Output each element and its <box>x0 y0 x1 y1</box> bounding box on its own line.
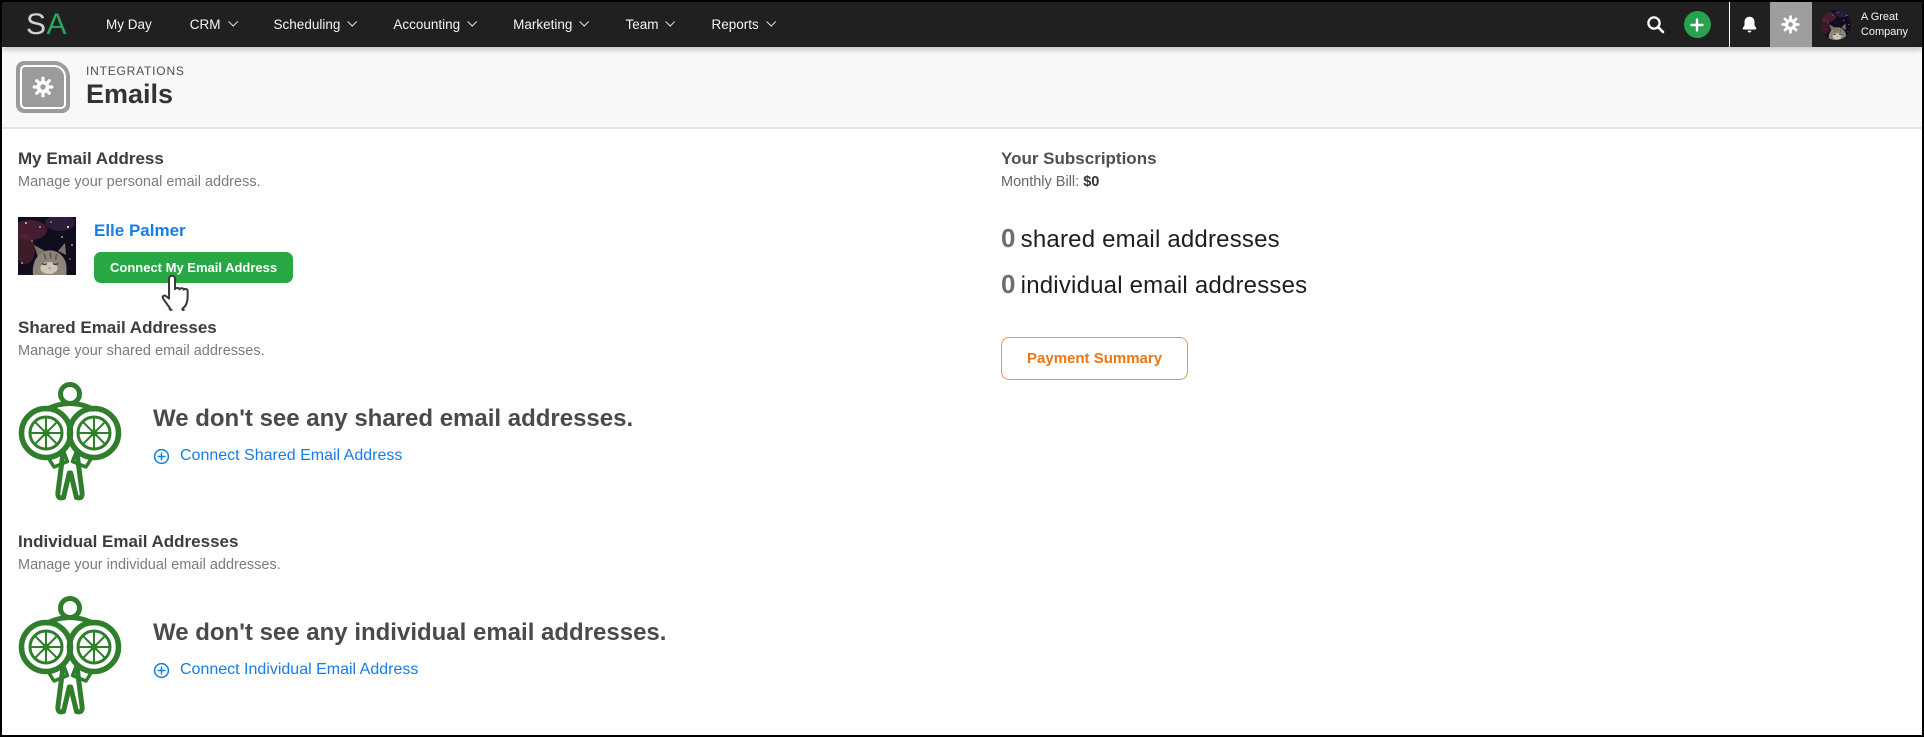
nav-item-reports[interactable]: Reports <box>692 2 792 47</box>
page-title: Emails <box>86 79 174 109</box>
connect-individual-email-label: Connect Individual Email Address <box>180 661 419 678</box>
nav-item-scheduling[interactable]: Scheduling <box>255 2 375 47</box>
connect-shared-email-link[interactable]: Connect Shared Email Address <box>153 447 633 465</box>
nav-menu: My Day CRM Scheduling Accounting Marketi… <box>87 2 793 47</box>
monthly-bill: Monthly Bill: $0 <box>1001 174 1922 190</box>
logo-letter-s: S <box>26 8 47 41</box>
plus-circle-icon <box>153 448 170 465</box>
shared-count-row: 0 shared email addresses <box>1001 223 1922 254</box>
nav-item-label: CRM <box>189 17 221 32</box>
user-avatar <box>18 217 76 275</box>
nav-item-label: Scheduling <box>273 17 341 32</box>
individual-email-subheading: Manage your individual email addresses. <box>18 557 281 573</box>
nav-item-team[interactable]: Team <box>606 2 692 47</box>
quick-add-button[interactable] <box>1683 11 1711 38</box>
nav-item-label: My Day <box>106 17 152 32</box>
connect-individual-email-link[interactable]: Connect Individual Email Address <box>153 661 666 679</box>
plus-icon <box>1690 17 1705 32</box>
shared-email-heading: Shared Email Addresses <box>18 318 217 337</box>
shared-count-label: shared email addresses <box>1020 226 1280 253</box>
main-content: My Email Address Manage your personal em… <box>2 129 1922 720</box>
binoculars-mascot-icon <box>18 380 122 506</box>
my-email-heading: My Email Address <box>18 149 164 168</box>
top-nav: SA My Day CRM Scheduling Accounting Mark… <box>2 2 1922 47</box>
chevron-down-icon <box>665 16 676 27</box>
nav-right-controls: A Great Company <box>1636 2 1922 47</box>
my-email-subheading: Manage your personal email address. <box>18 174 261 190</box>
individual-count-row: 0 individual email addresses <box>1001 269 1922 300</box>
connect-shared-email-label: Connect Shared Email Address <box>180 447 403 464</box>
email-sections: My Email Address Manage your personal em… <box>2 129 1001 720</box>
chevron-down-icon <box>227 16 238 27</box>
individual-count-label: individual email addresses <box>1020 272 1308 299</box>
account-avatar[interactable] <box>1821 10 1851 40</box>
payment-summary-button[interactable]: Payment Summary <box>1001 337 1189 380</box>
nav-item-marketing[interactable]: Marketing <box>494 2 606 47</box>
individual-count-value: 0 <box>1001 269 1016 299</box>
page-header: INTEGRATIONS Emails <box>2 47 1922 129</box>
shared-empty-state: We don't see any shared email addresses.… <box>18 380 1001 506</box>
logo-letter-a: A <box>46 8 68 41</box>
nav-item-my-day[interactable]: My Day <box>87 2 171 47</box>
company-name-line2: Company <box>1860 25 1908 38</box>
search-icon[interactable] <box>1636 2 1676 47</box>
plus-circle-icon <box>153 662 170 679</box>
app-logo[interactable]: SA <box>2 2 87 47</box>
monthly-bill-value: $0 <box>1083 174 1100 190</box>
breadcrumb-integrations: INTEGRATIONS <box>86 64 185 78</box>
shared-email-subheading: Manage your shared email addresses. <box>18 343 265 359</box>
chevron-down-icon <box>347 16 358 27</box>
chevron-down-icon <box>579 16 590 27</box>
nav-item-label: Reports <box>711 17 759 32</box>
chevron-down-icon <box>467 16 478 27</box>
company-name[interactable]: A Great Company <box>1861 10 1922 39</box>
user-name-link[interactable]: Elle Palmer <box>94 221 186 241</box>
monthly-bill-label: Monthly Bill: <box>1001 174 1080 190</box>
notifications-bell-icon[interactable] <box>1730 2 1770 47</box>
individual-empty-state: We don't see any individual email addres… <box>18 594 1001 720</box>
shared-empty-message: We don't see any shared email addresses. <box>153 405 634 432</box>
nav-item-label: Accounting <box>393 17 461 32</box>
subscriptions-heading: Your Subscriptions <box>1001 149 1157 168</box>
individual-email-heading: Individual Email Addresses <box>18 532 239 551</box>
personal-email-row: Elle Palmer Connect My Email Address <box>18 217 1001 283</box>
nav-item-accounting[interactable]: Accounting <box>374 2 494 47</box>
chevron-down-icon <box>765 16 776 27</box>
settings-gear-icon[interactable] <box>1769 2 1812 47</box>
integrations-gear-icon <box>16 61 70 113</box>
nav-item-crm[interactable]: CRM <box>171 2 255 47</box>
company-name-line1: A Great <box>1860 11 1899 24</box>
individual-empty-message: We don't see any individual email addres… <box>153 619 667 646</box>
binoculars-mascot-icon <box>18 594 122 720</box>
connect-my-email-button[interactable]: Connect My Email Address <box>94 252 294 283</box>
nav-item-label: Marketing <box>513 17 573 32</box>
nav-item-label: Team <box>625 17 659 32</box>
subscriptions-panel: Your Subscriptions Monthly Bill: $0 0 sha… <box>1001 129 1922 720</box>
shared-count-value: 0 <box>1001 223 1016 253</box>
